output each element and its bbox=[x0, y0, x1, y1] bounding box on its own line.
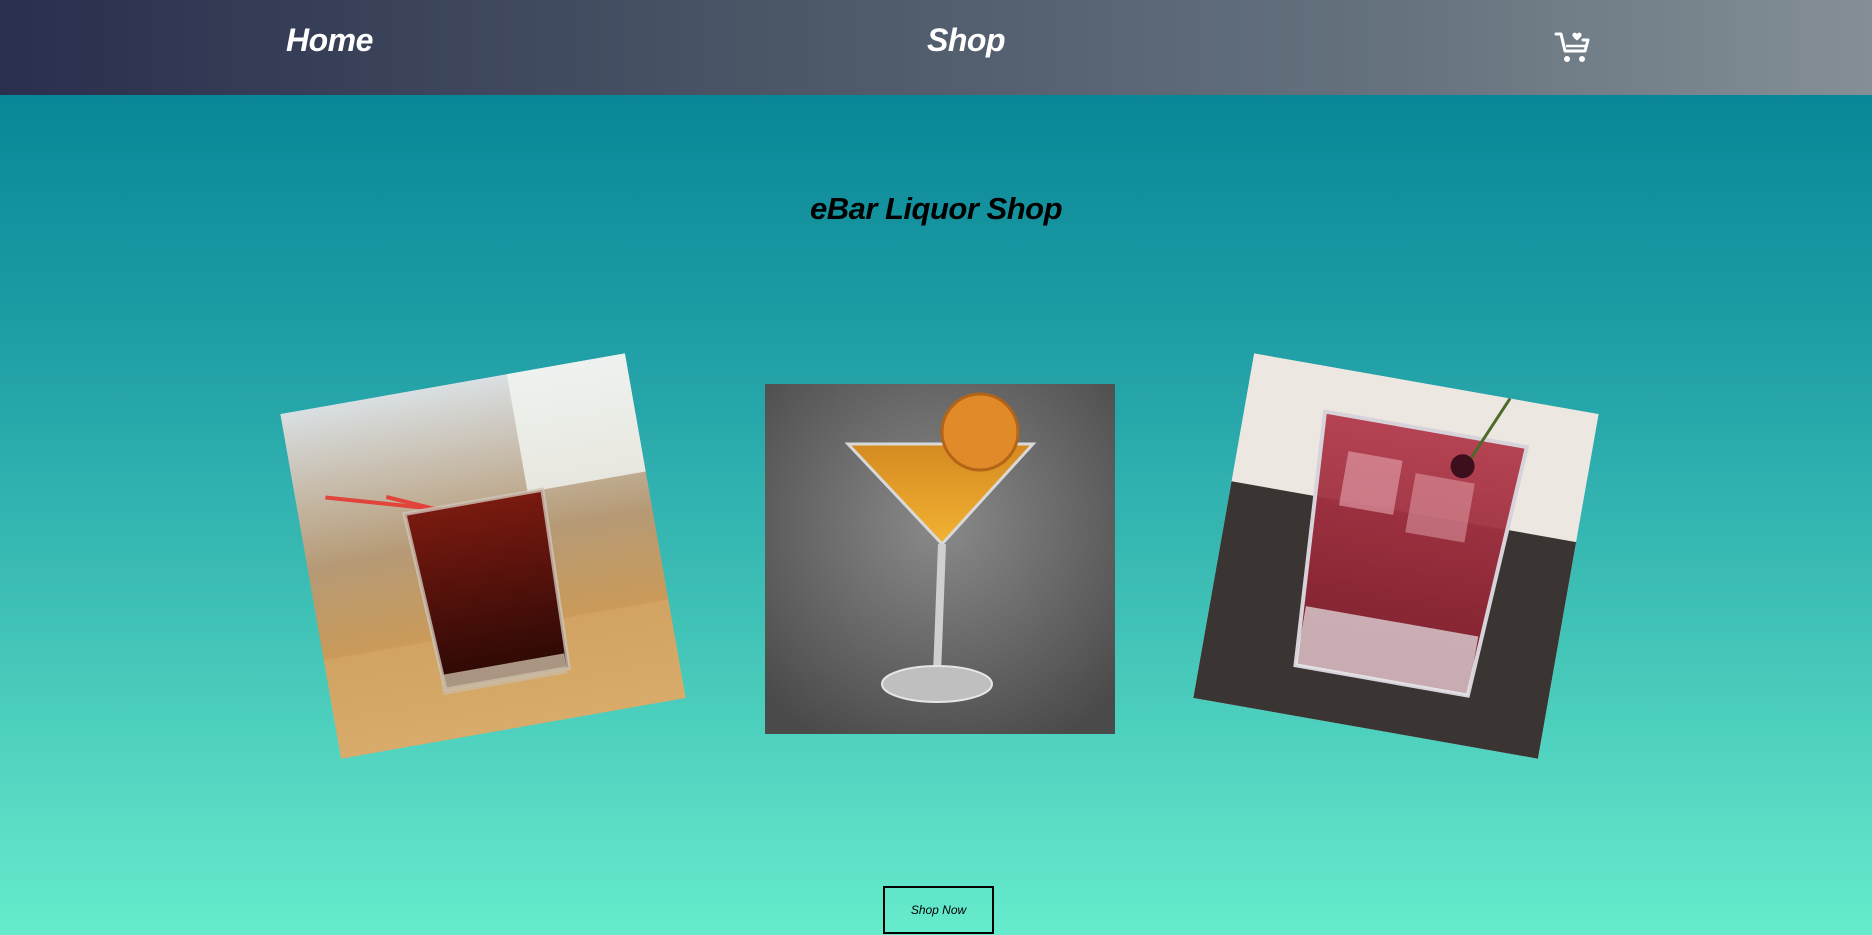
martini-glass-photo bbox=[765, 384, 1115, 734]
cart-icon[interactable] bbox=[1554, 28, 1592, 66]
nav-home-link[interactable]: Home bbox=[286, 22, 373, 59]
cherry-drink-photo bbox=[1193, 353, 1599, 759]
cocktail-rocks-glass-photo bbox=[280, 353, 686, 759]
shop-now-button[interactable]: Shop Now bbox=[883, 886, 994, 934]
page-title: eBar Liquor Shop bbox=[809, 191, 1063, 226]
nav-shop-link[interactable]: Shop bbox=[927, 22, 1005, 59]
navbar: Home Shop bbox=[0, 0, 1872, 95]
